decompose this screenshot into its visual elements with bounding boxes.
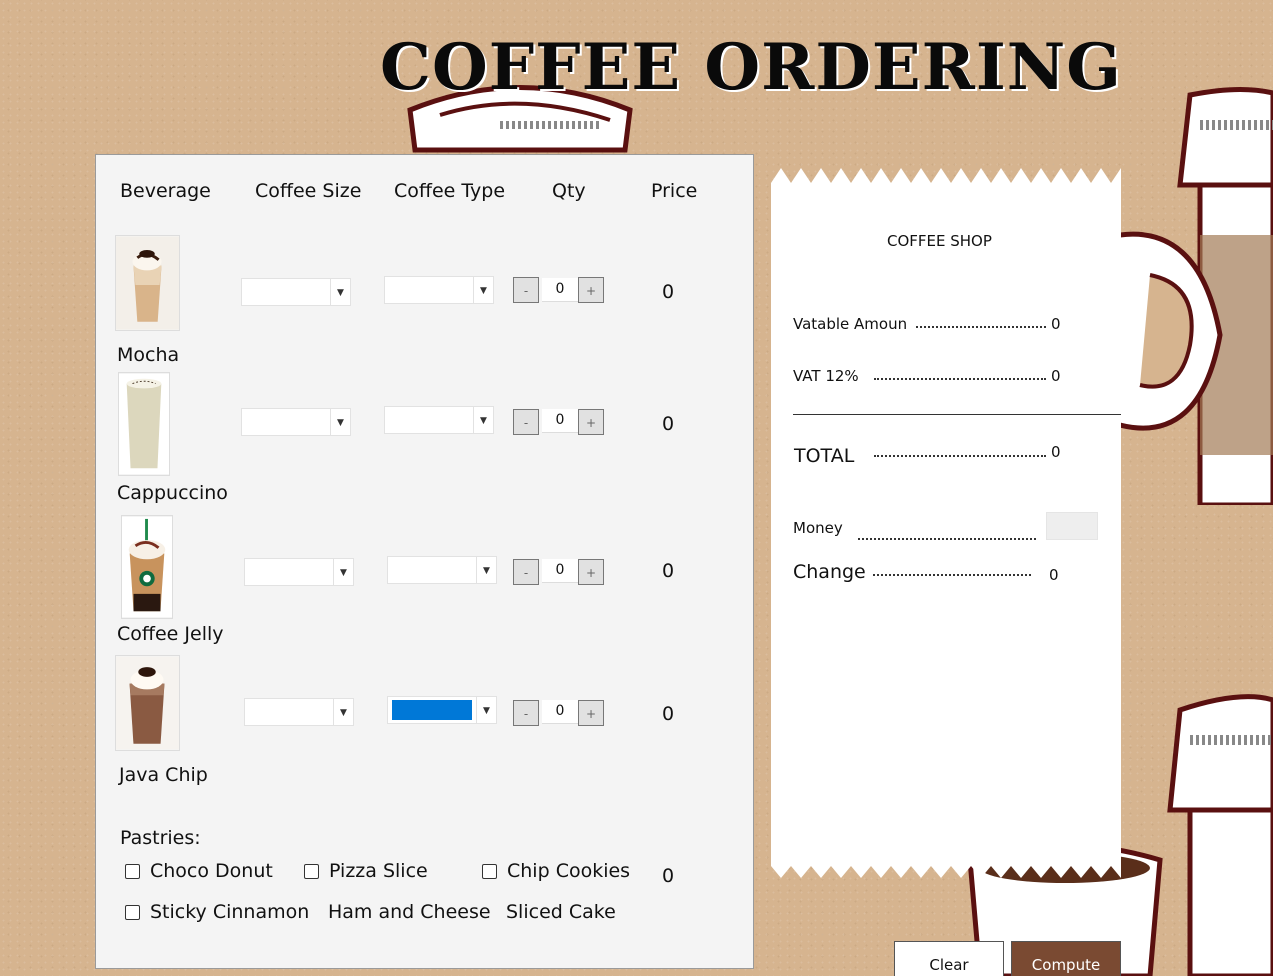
column-header-coffee-size: Coffee Size xyxy=(255,180,362,202)
dotted-leader xyxy=(916,326,1046,328)
product-name-cappuccino: Cappuccino xyxy=(117,482,228,504)
chevron-down-icon: ▼ xyxy=(473,407,493,433)
chevron-down-icon: ▼ xyxy=(473,277,493,303)
vat-label: VAT 12% xyxy=(793,367,859,385)
compute-button[interactable]: Compute xyxy=(1011,941,1121,976)
total-value: 0 xyxy=(1051,443,1061,461)
mocha-qty-increase-button[interactable]: + xyxy=(578,277,604,303)
checkbox-box[interactable] xyxy=(125,904,140,920)
coffee-jelly-qty-increase-button[interactable]: + xyxy=(578,559,604,585)
checkbox-pizza-slice[interactable]: Pizza Slice xyxy=(304,860,428,882)
column-header-beverage: Beverage xyxy=(120,180,211,202)
checkbox-label: Sticky Cinnamon xyxy=(150,901,310,923)
receipt-zigzag-top xyxy=(771,168,1121,208)
cappuccino-price: 0 xyxy=(662,413,675,435)
java-chip-qty-increase-button[interactable]: + xyxy=(578,700,604,726)
cappuccino-qty-decrease-button[interactable]: - xyxy=(513,409,539,435)
pastries-label: Pastries: xyxy=(120,827,201,849)
product-name-java-chip: Java Chip xyxy=(119,764,208,786)
coffee-jelly-type-dropdown[interactable]: ▼ xyxy=(387,556,497,584)
dotted-leader xyxy=(858,538,1036,540)
receipt-divider xyxy=(793,414,1121,415)
mocha-type-dropdown[interactable]: ▼ xyxy=(384,276,494,304)
coffee-cup-illustration-right xyxy=(1120,86,1273,505)
cappuccino-qty-value[interactable]: 0 xyxy=(542,409,578,433)
checkbox-chip-cookies[interactable]: Chip Cookies xyxy=(482,860,630,882)
chevron-down-icon: ▼ xyxy=(333,559,353,585)
money-input[interactable] xyxy=(1046,512,1098,540)
checkbox-label: Sliced Cake xyxy=(506,901,616,923)
chevron-down-icon: ▼ xyxy=(330,279,350,305)
checkbox-label: Choco Donut xyxy=(150,860,273,882)
receipt-title: COFFEE SHOP xyxy=(887,232,992,250)
checkbox-choco-donut[interactable]: Choco Donut xyxy=(125,860,273,882)
receipt-zigzag-bottom xyxy=(771,838,1121,878)
product-name-mocha: Mocha xyxy=(117,344,180,366)
coffee-jelly-size-dropdown[interactable]: ▼ xyxy=(244,558,354,586)
checkbox-label: Chip Cookies xyxy=(507,860,631,882)
change-value: 0 xyxy=(1049,566,1059,584)
total-label: TOTAL xyxy=(794,445,855,467)
change-label: Change xyxy=(793,561,866,583)
java-chip-qty-decrease-button[interactable]: - xyxy=(513,700,539,726)
mocha-qty-decrease-button[interactable]: - xyxy=(513,277,539,303)
column-header-price: Price xyxy=(651,180,698,202)
chevron-down-icon: ▼ xyxy=(476,557,496,583)
checkbox-sliced-cake[interactable]: Sliced Cake xyxy=(506,901,616,923)
mocha-price: 0 xyxy=(662,281,675,303)
money-label: Money xyxy=(793,519,843,537)
chevron-down-icon: ▼ xyxy=(333,699,353,725)
checkbox-box[interactable] xyxy=(482,863,497,879)
dotted-leader xyxy=(873,574,1031,576)
chevron-down-icon: ▼ xyxy=(330,409,350,435)
vatable-amount-label: Vatable Amoun xyxy=(793,315,908,333)
vatable-amount-value: 0 xyxy=(1051,315,1061,333)
java-chip-size-dropdown[interactable]: ▼ xyxy=(244,698,354,726)
product-name-coffee-jelly: Coffee Jelly xyxy=(117,623,224,645)
java-chip-price: 0 xyxy=(662,703,675,725)
cappuccino-image xyxy=(118,372,170,476)
mocha-size-dropdown[interactable]: ▼ xyxy=(241,278,351,306)
java-chip-qty-value[interactable]: 0 xyxy=(542,700,578,724)
cappuccino-qty-increase-button[interactable]: + xyxy=(578,409,604,435)
chevron-down-icon: ▼ xyxy=(476,697,496,723)
mocha-qty-value[interactable]: 0 xyxy=(542,278,578,302)
coffee-jelly-price: 0 xyxy=(662,560,675,582)
column-header-coffee-type: Coffee Type xyxy=(394,180,506,202)
mocha-image xyxy=(115,235,180,331)
cappuccino-type-dropdown[interactable]: ▼ xyxy=(384,406,494,434)
vat-value: 0 xyxy=(1051,367,1061,385)
app-title: COFFEE ORDERING xyxy=(380,30,1122,105)
cappuccino-size-dropdown[interactable]: ▼ xyxy=(241,408,351,436)
coffee-jelly-qty-decrease-button[interactable]: - xyxy=(513,559,539,585)
checkbox-box[interactable] xyxy=(125,863,140,879)
dotted-leader xyxy=(874,378,1046,380)
java-chip-image xyxy=(115,655,180,751)
coffee-jelly-image xyxy=(121,515,173,619)
clear-button[interactable]: Clear xyxy=(894,941,1004,976)
checkbox-label: Pizza Slice xyxy=(329,860,428,882)
coffee-jelly-qty-value[interactable]: 0 xyxy=(542,559,578,583)
checkbox-ham-and-cheese[interactable]: Ham and Cheese xyxy=(328,901,491,923)
java-chip-type-dropdown[interactable]: ▼ xyxy=(387,696,497,724)
column-header-qty: Qty xyxy=(552,180,586,202)
checkbox-sticky-cinnamon[interactable]: Sticky Cinnamon xyxy=(125,901,309,923)
checkbox-label: Ham and Cheese xyxy=(328,901,491,923)
checkbox-box[interactable] xyxy=(304,863,319,879)
dotted-leader xyxy=(874,455,1046,457)
pastries-price: 0 xyxy=(662,865,675,887)
